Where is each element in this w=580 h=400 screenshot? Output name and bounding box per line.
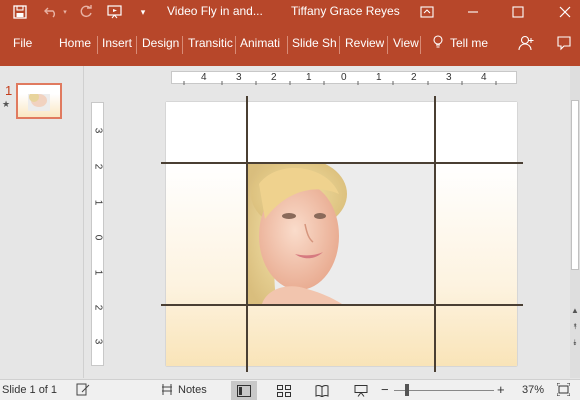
zoom-in-button[interactable]: + — [497, 382, 505, 397]
share-icon[interactable] — [556, 35, 572, 54]
tab-home[interactable]: Home — [59, 36, 91, 50]
slide-editing-area: 4 3 2 1 0 1 2 3 4 3 2 1 0 1 2 3 — [85, 66, 570, 378]
zoom-level[interactable]: 37% — [522, 384, 544, 396]
previous-slide-icon[interactable]: ⯭ — [570, 322, 580, 332]
tab-review[interactable]: Review — [345, 36, 384, 50]
user-name[interactable]: Tiffany Grace Reyes — [291, 4, 400, 18]
undo-dropdown-icon[interactable]: ▾ — [60, 0, 70, 24]
slide-thumbnail[interactable] — [16, 83, 62, 119]
document-title: Video Fly in and... — [167, 4, 263, 18]
vertical-ruler: 3 2 1 0 1 2 3 — [91, 102, 104, 366]
tab-design[interactable]: Design — [142, 36, 179, 50]
ruler-label: 3 — [236, 72, 242, 83]
notes-icon[interactable] — [161, 383, 173, 399]
redo-icon[interactable] — [75, 0, 97, 24]
horizontal-guide[interactable] — [161, 304, 523, 306]
ruler-label: 1 — [92, 269, 104, 276]
save-icon[interactable] — [9, 0, 31, 24]
tab-separator — [97, 36, 98, 54]
status-bar: Slide 1 of 1 Notes − + 37% — [0, 379, 580, 400]
ruler-label: 0 — [341, 72, 347, 83]
title-bar: ▾ ▾ Video Fly in and... Tiffany Grace Re… — [0, 0, 580, 24]
ruler-label: 3 — [92, 127, 104, 134]
ruler-label: 2 — [92, 163, 104, 170]
horizontal-ruler: 4 3 2 1 0 1 2 3 4 — [171, 71, 517, 85]
tell-me-box[interactable]: Tell me — [450, 36, 488, 50]
minimize-icon[interactable] — [458, 0, 488, 24]
vertical-guide[interactable] — [246, 96, 248, 372]
close-icon[interactable] — [550, 0, 580, 24]
tab-separator — [339, 36, 340, 54]
tab-separator — [387, 36, 388, 54]
tab-transitions[interactable]: Transitic — [188, 36, 234, 50]
zoom-slider-track[interactable] — [394, 390, 494, 391]
ruler-label: 4 — [481, 72, 487, 83]
ruler-label: 2 — [411, 72, 417, 83]
ruler-label: 3 — [446, 72, 452, 83]
vertical-guide[interactable] — [434, 96, 436, 372]
start-from-beginning-icon[interactable] — [104, 0, 126, 24]
customize-qat-icon[interactable]: ▾ — [136, 0, 150, 24]
ruler-label: 2 — [271, 72, 277, 83]
reading-view-icon[interactable] — [309, 381, 335, 400]
ruler-label: 0 — [92, 234, 104, 241]
woman-portrait-image[interactable] — [247, 164, 434, 304]
tab-separator — [182, 36, 183, 54]
zoom-out-button[interactable]: − — [381, 382, 389, 397]
tab-separator — [235, 36, 236, 54]
slide-canvas[interactable] — [166, 102, 517, 366]
ruler-label: 1 — [306, 72, 312, 83]
ribbon-display-icon[interactable] — [412, 0, 442, 24]
tab-animations[interactable]: Animati — [240, 36, 285, 50]
tab-view[interactable]: View — [393, 36, 419, 50]
horizontal-guide[interactable] — [161, 162, 523, 164]
ruler-label: 2 — [92, 304, 104, 311]
maximize-icon[interactable] — [503, 0, 533, 24]
scrollbar-thumb[interactable] — [571, 100, 579, 270]
undo-icon[interactable] — [40, 0, 62, 24]
account-icon[interactable] — [518, 35, 534, 54]
tab-separator — [420, 36, 421, 54]
animation-star-icon: ★ — [2, 99, 11, 109]
ruler-label: 3 — [92, 338, 104, 345]
fit-slide-icon[interactable] — [556, 382, 571, 399]
ribbon: File Home Insert Design Transitic Animat… — [0, 24, 580, 66]
scroll-up-icon[interactable]: ▲ — [570, 306, 580, 315]
slide-count: Slide 1 of 1 — [2, 384, 58, 396]
tell-me-icon[interactable] — [432, 35, 444, 52]
notes-button[interactable]: Notes — [178, 384, 207, 396]
next-slide-icon[interactable]: ⯯ — [570, 338, 580, 348]
ruler-label: 1 — [376, 72, 382, 83]
tab-slide-show[interactable]: Slide Sh — [292, 36, 337, 50]
slide-sorter-icon[interactable] — [271, 381, 297, 400]
spell-check-icon[interactable] — [76, 383, 90, 399]
tab-separator — [136, 36, 137, 54]
normal-view-icon[interactable] — [231, 381, 257, 400]
tab-separator — [287, 36, 288, 54]
vertical-scrollbar[interactable]: ▲ ⯭ ⯯ — [570, 66, 580, 378]
slide-show-icon[interactable] — [348, 381, 374, 400]
slide-thumbnail-pane: 1 ★ — [0, 66, 84, 378]
ruler-label: 1 — [92, 199, 104, 206]
tab-file[interactable]: File — [13, 36, 32, 50]
slide-number: 1 — [5, 83, 13, 98]
zoom-slider-thumb[interactable] — [405, 384, 409, 396]
tab-insert[interactable]: Insert — [102, 36, 132, 50]
ruler-label: 4 — [201, 72, 207, 83]
